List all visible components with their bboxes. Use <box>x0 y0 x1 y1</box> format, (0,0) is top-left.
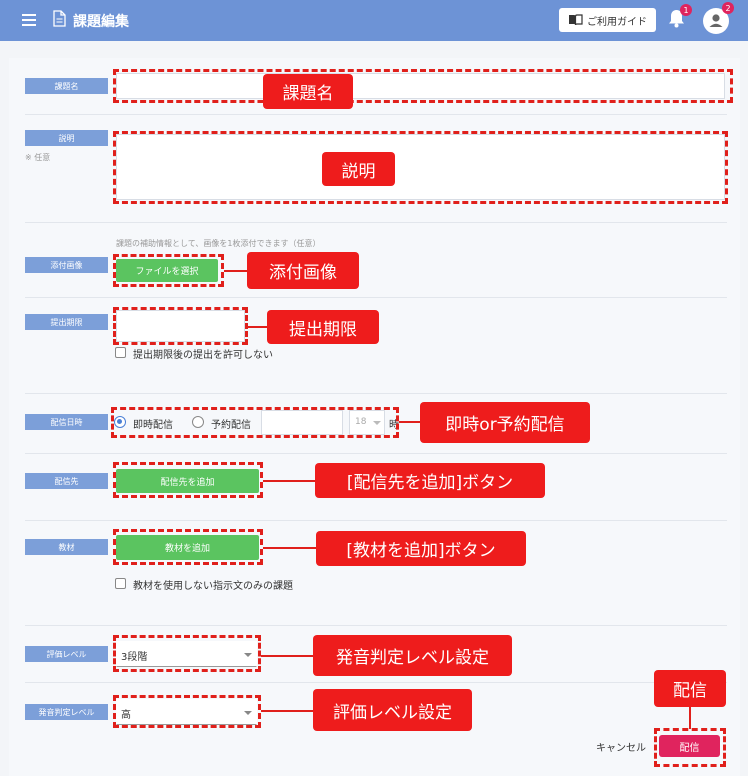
annotation-title: 課題名 <box>263 74 353 109</box>
notification-badge: 1 <box>680 4 692 16</box>
no-material-checkbox[interactable] <box>115 578 126 589</box>
material-label: 教材 <box>25 539 108 555</box>
annotation-frame-submit <box>654 728 726 767</box>
eval-level-label: 評価レベル <box>25 646 108 662</box>
deadline-label: 提出期限 <box>25 314 108 330</box>
allow-late-checkbox[interactable] <box>115 347 126 358</box>
divider <box>25 222 727 223</box>
annotation-frame-eval-level <box>113 635 261 672</box>
annotation-connector <box>689 707 691 729</box>
divider <box>25 297 727 298</box>
divider <box>25 682 727 683</box>
annotation-connector <box>399 421 421 423</box>
annotation-pron-level: 評価レベル設定 <box>313 689 472 731</box>
description-optional-note: ※ 任意 <box>25 153 51 162</box>
annotation-recipient: [配信先を追加]ボタン <box>315 463 545 498</box>
divider <box>25 114 727 115</box>
app-header: 課題編集 ご利用ガイド 1 2 <box>0 0 748 41</box>
annotation-connector <box>224 270 248 272</box>
annotation-connector <box>263 547 317 549</box>
description-label: 説明 <box>25 130 108 146</box>
no-material-label: 教材を使用しない指示文のみの課題 <box>133 581 293 592</box>
allow-late-label: 提出期限後の提出を許可しない <box>133 350 273 361</box>
divider <box>25 520 727 521</box>
annotation-frame-deadline <box>113 307 248 345</box>
cancel-button[interactable]: キャンセル <box>590 736 652 756</box>
annotation-description: 説明 <box>322 152 395 186</box>
attachment-label: 添付画像 <box>25 257 108 273</box>
annotation-deadline: 提出期限 <box>267 310 379 344</box>
attachment-hint: 課題の補助情報として、画像を1枚添付できます（任意） <box>116 239 321 248</box>
pron-level-label: 発音判定レベル <box>25 704 108 720</box>
hamburger-icon[interactable] <box>22 14 36 26</box>
annotation-delivery: 即時or予約配信 <box>420 402 590 443</box>
annotation-eval-level: 発音判定レベル設定 <box>313 635 512 676</box>
document-icon <box>53 10 66 27</box>
annotation-attachment: 添付画像 <box>247 252 359 289</box>
annotation-material: [教材を追加]ボタン <box>316 531 526 566</box>
title-label: 課題名 <box>25 78 108 94</box>
annotation-connector <box>263 480 316 482</box>
user-guide-button[interactable]: ご利用ガイド <box>559 8 656 32</box>
divider <box>25 393 727 394</box>
annotation-frame-recipient <box>113 462 263 498</box>
divider <box>25 453 727 454</box>
book-icon <box>569 14 583 26</box>
annotation-connector <box>261 710 314 712</box>
notification-button[interactable]: 1 <box>664 4 692 34</box>
delivery-time-label: 配信日時 <box>25 414 108 430</box>
page-title: 課題編集 <box>73 14 129 30</box>
annotation-frame-attachment <box>113 254 224 287</box>
annotation-connector <box>261 655 314 657</box>
annotation-frame-title <box>113 69 733 103</box>
annotation-frame-material <box>113 529 263 565</box>
annotation-submit: 配信 <box>654 670 726 707</box>
user-guide-label: ご利用ガイド <box>587 16 647 28</box>
annotation-frame-pron-level <box>113 695 261 728</box>
user-badge: 2 <box>722 2 734 14</box>
annotation-frame-description <box>113 131 728 204</box>
annotation-frame-delivery <box>111 407 399 438</box>
annotation-connector <box>248 326 268 328</box>
divider <box>25 625 727 626</box>
recipient-label: 配信先 <box>25 473 108 489</box>
